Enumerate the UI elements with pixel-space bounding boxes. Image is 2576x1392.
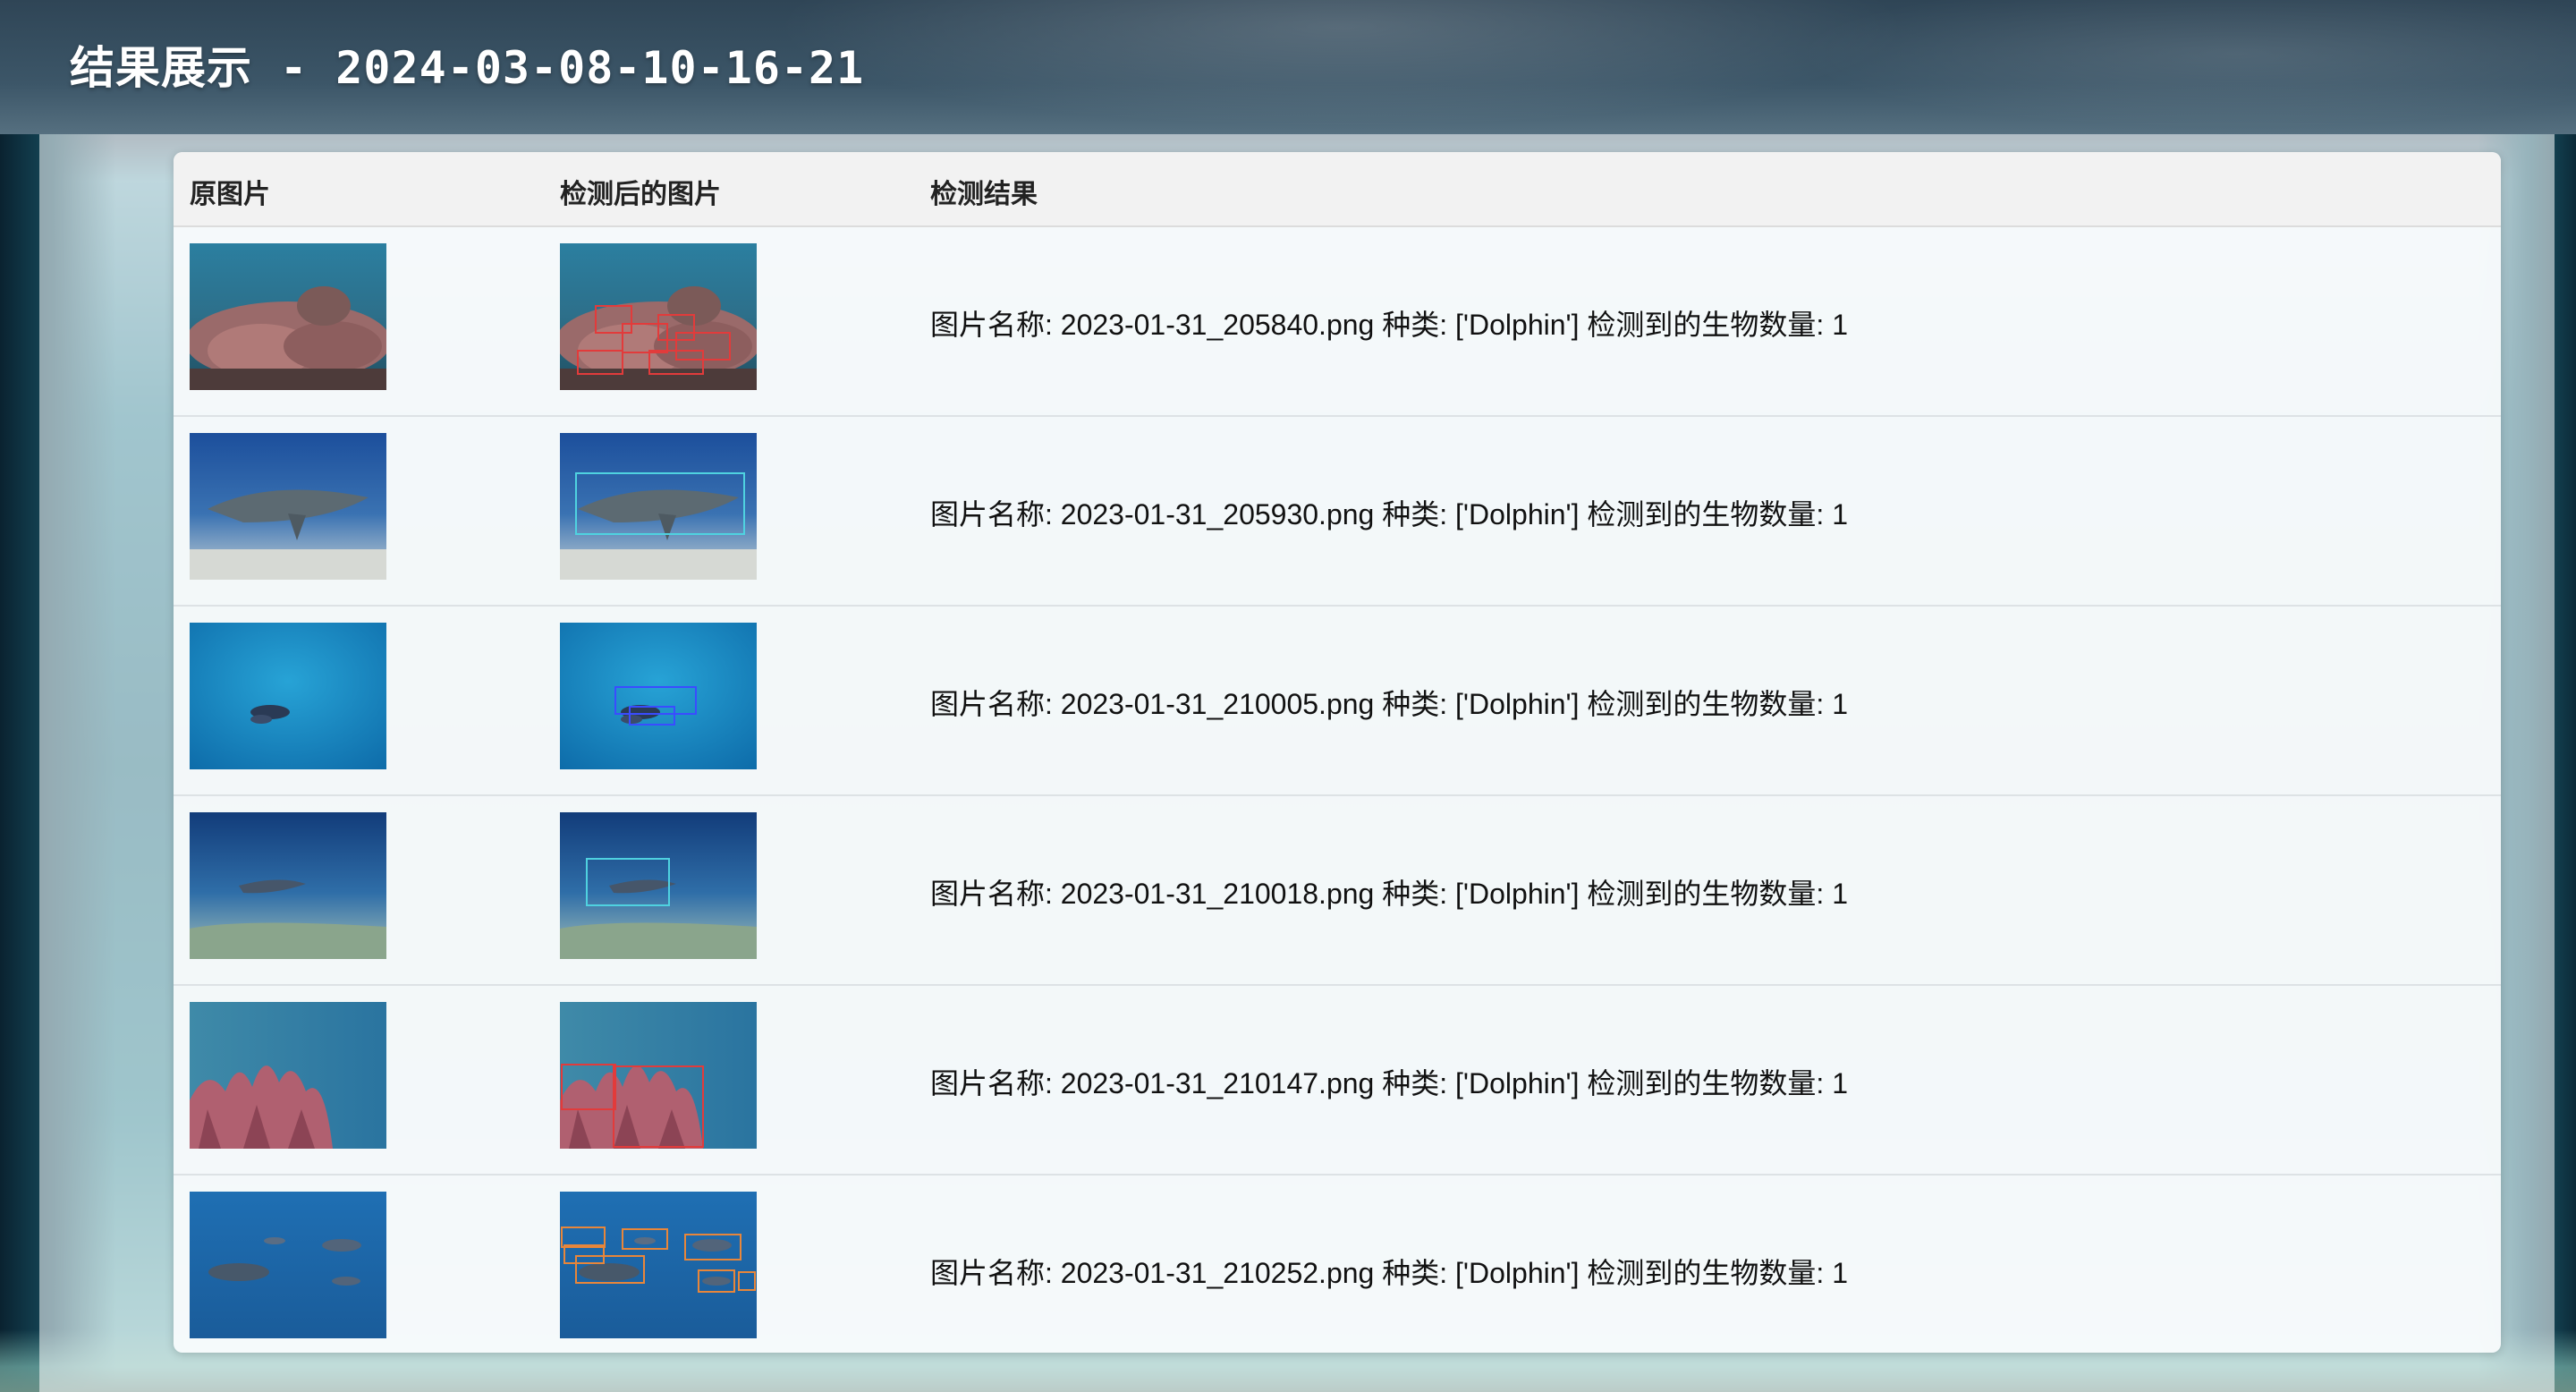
original-image-thumbnail[interactable] (190, 812, 386, 959)
detected-image-thumbnail[interactable] (560, 1192, 757, 1338)
table-row: 图片名称: 2023-01-31_205930.png 种类: ['Dolphi… (174, 417, 2501, 607)
table-row: 图片名称: 2023-01-31_210005.png 种类: ['Dolphi… (174, 607, 2501, 796)
table-row: 图片名称: 2023-01-31_210252.png 种类: ['Dolphi… (174, 1176, 2501, 1353)
header-original-image: 原图片 (190, 179, 270, 210)
detection-result-text: 图片名称: 2023-01-31_210005.png 种类: ['Dolphi… (930, 688, 1848, 720)
header-detected-image: 检测后的图片 (560, 179, 721, 210)
table-row: 图片名称: 2023-01-31_210147.png 种类: ['Dolphi… (174, 986, 2501, 1176)
page-title: 结果展示 - 2024-03-08-10-16-21 (70, 42, 865, 94)
original-image-thumbnail[interactable] (190, 623, 386, 769)
header-detection-result: 检测结果 (930, 179, 1038, 210)
table-header-row: 原图片 检测后的图片 检测结果 (174, 152, 2501, 227)
results-table: 原图片 检测后的图片 检测结果 图片名称: 2023-01-31_205840.… (174, 152, 2501, 1353)
table-row: 图片名称: 2023-01-31_210018.png 种类: ['Dolphi… (174, 796, 2501, 986)
detected-image-thumbnail[interactable] (560, 1002, 757, 1149)
detected-image-thumbnail[interactable] (560, 812, 757, 959)
detection-result-text: 图片名称: 2023-01-31_210252.png 种类: ['Dolphi… (930, 1257, 1848, 1289)
detected-image-thumbnail[interactable] (560, 243, 757, 390)
original-image-thumbnail[interactable] (190, 433, 386, 580)
detection-result-text: 图片名称: 2023-01-31_210147.png 种类: ['Dolphi… (930, 1067, 1848, 1099)
detected-image-thumbnail[interactable] (560, 623, 757, 769)
detection-result-text: 图片名称: 2023-01-31_205840.png 种类: ['Dolphi… (930, 309, 1848, 341)
original-image-thumbnail[interactable] (190, 1002, 386, 1149)
detection-result-text: 图片名称: 2023-01-31_205930.png 种类: ['Dolphi… (930, 498, 1848, 530)
original-image-thumbnail[interactable] (190, 243, 386, 390)
detected-image-thumbnail[interactable] (560, 433, 757, 580)
table-row: 图片名称: 2023-01-31_205840.png 种类: ['Dolphi… (174, 227, 2501, 417)
original-image-thumbnail[interactable] (190, 1192, 386, 1338)
detection-result-text: 图片名称: 2023-01-31_210018.png 种类: ['Dolphi… (930, 878, 1848, 910)
